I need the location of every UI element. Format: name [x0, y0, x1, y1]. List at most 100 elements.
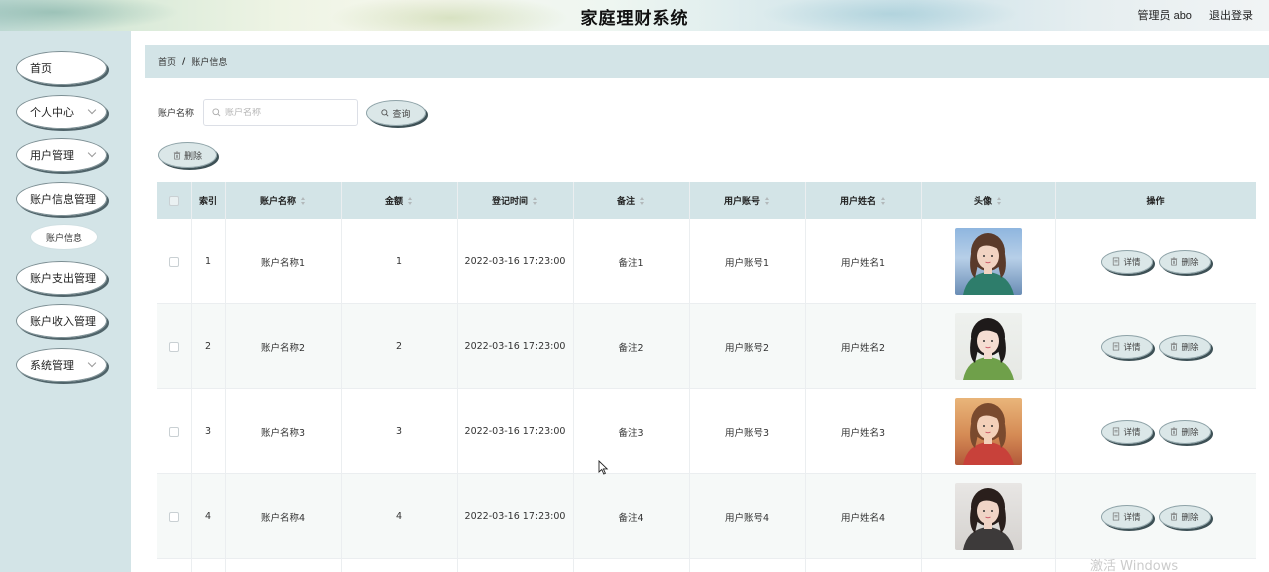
- register-time-cell: 2022-03-16 17:23:00: [464, 511, 566, 522]
- avatar: [954, 398, 1022, 465]
- logout-link[interactable]: 退出登录: [1209, 10, 1253, 22]
- column-divider: [341, 182, 342, 572]
- sidebar-item-account-info-management[interactable]: 账户信息管理: [16, 182, 107, 216]
- avatar-cell: [921, 474, 1055, 559]
- column-header-register-time[interactable]: 登记时间: [457, 182, 573, 219]
- sort-icon[interactable]: [408, 196, 413, 205]
- delete-button[interactable]: 删除: [1158, 419, 1211, 444]
- delete-button-label: 删除: [1181, 427, 1199, 438]
- detail-button-label: 详情: [1123, 427, 1141, 438]
- delete-button[interactable]: 删除: [1158, 334, 1211, 359]
- column-header-note[interactable]: 备注: [573, 182, 689, 219]
- search-input-wrapper[interactable]: [203, 99, 358, 126]
- account-name-cell: 账户名称4: [260, 512, 306, 524]
- sort-icon[interactable]: [533, 196, 538, 205]
- table-header: 索引 账户名称 金额 登记时间 备注 用户账号 用户姓名 头像 操作: [157, 182, 1256, 219]
- sidebar-item-user-management[interactable]: 用户管理: [16, 138, 107, 172]
- select-all-cell: [157, 182, 191, 219]
- column-divider: [191, 182, 192, 572]
- detail-button[interactable]: 详情: [1100, 504, 1153, 529]
- windows-activation-watermark: 激活 Windows: [1090, 559, 1179, 572]
- detail-button[interactable]: 详情: [1100, 419, 1153, 444]
- column-header-account-name[interactable]: 账户名称: [225, 182, 341, 219]
- breadcrumb-current: 账户信息: [191, 58, 228, 68]
- index-cell: 1: [204, 256, 212, 267]
- amount-cell: 1: [395, 256, 403, 267]
- detail-button[interactable]: 详情: [1100, 249, 1153, 274]
- column-header-label: 金额: [384, 197, 403, 207]
- breadcrumb: 首页 / 账户信息: [145, 45, 1269, 78]
- column-header-label: 头像: [973, 197, 992, 207]
- row-checkbox[interactable]: [169, 341, 179, 352]
- user-account-cell: 用户账号1: [724, 257, 770, 269]
- row-checkbox[interactable]: [169, 426, 179, 437]
- column-header-label: 索引: [198, 197, 217, 207]
- trash-icon: [1171, 342, 1178, 351]
- column-header-amount[interactable]: 金额: [341, 182, 457, 219]
- sidebar-item-label: 首页: [30, 62, 52, 75]
- delete-button-label: 删除: [1181, 257, 1199, 268]
- document-icon: [1113, 512, 1120, 521]
- row-checkbox[interactable]: [169, 511, 179, 522]
- sort-icon[interactable]: [301, 196, 306, 205]
- column-header-avatar[interactable]: 头像: [921, 182, 1055, 219]
- search-input[interactable]: [225, 107, 345, 118]
- chevron-down-icon: [87, 148, 97, 158]
- select-all-checkbox[interactable]: [169, 195, 179, 206]
- column-header-label: 操作: [1146, 197, 1165, 207]
- column-divider: [921, 182, 922, 572]
- user-account-cell: 用户账号3: [724, 427, 770, 439]
- user-name-cell: 用户姓名2: [840, 342, 886, 354]
- sidebar-item-account-income-management[interactable]: 账户收入管理: [16, 304, 107, 338]
- top-header: 家庭理财系统 管理员 abo 退出登录: [0, 0, 1269, 31]
- search-icon: [381, 109, 389, 117]
- column-header-label: 用户账号: [723, 197, 760, 207]
- batch-delete-button[interactable]: 删除: [158, 142, 217, 168]
- table-row: 3 账户名称3 3 2022-03-16 17:23:00 备注3 用户账号3 用户姓名3 详…: [157, 389, 1256, 474]
- account-name-cell: 账户名称3: [260, 427, 306, 439]
- column-header-user-name[interactable]: 用户姓名: [805, 182, 921, 219]
- column-header-user-account[interactable]: 用户账号: [689, 182, 805, 219]
- sidebar-item-system-management[interactable]: 系统管理: [16, 348, 107, 382]
- sidebar-item-account-expense-management[interactable]: 账户支出管理: [16, 261, 107, 295]
- detail-button[interactable]: 详情: [1100, 334, 1153, 359]
- amount-cell: 4: [395, 511, 403, 522]
- sidebar-item-home[interactable]: 首页: [16, 51, 107, 85]
- avatar-cell: [921, 219, 1055, 304]
- table-row: 2 账户名称2 2 2022-03-16 17:23:00 备注2 用户账号2 用户姓名2 详…: [157, 304, 1256, 389]
- sidebar-item-label: 用户管理: [30, 149, 74, 162]
- row-select-cell: [157, 389, 191, 474]
- sort-icon[interactable]: [640, 196, 645, 205]
- document-icon: [1113, 257, 1120, 266]
- system-title: 家庭理财系统: [580, 9, 689, 29]
- column-header-label: 登记时间: [491, 197, 528, 207]
- row-checkbox[interactable]: [169, 256, 179, 267]
- sort-icon[interactable]: [881, 196, 886, 205]
- actions-cell: 详情 删除: [1055, 474, 1256, 559]
- search-icon: [212, 108, 221, 117]
- avatar-photo-icon: [962, 318, 1014, 380]
- document-icon: [1113, 427, 1120, 436]
- avatar-photo-icon: [962, 488, 1014, 550]
- sort-icon[interactable]: [997, 196, 1002, 205]
- trash-icon: [173, 151, 181, 159]
- avatar-cell: [921, 389, 1055, 474]
- sidebar-subitem-account-info[interactable]: 账户信息: [31, 225, 97, 249]
- user-account-cell: 用户账号2: [724, 342, 770, 354]
- sidebar-item-label: 账户支出管理: [30, 272, 96, 285]
- sort-icon[interactable]: [765, 196, 770, 205]
- amount-cell: 2: [395, 341, 403, 352]
- delete-button[interactable]: 删除: [1158, 249, 1211, 274]
- column-header-index: 索引: [191, 182, 225, 219]
- chevron-down-icon: [87, 105, 97, 115]
- header-user-area: 管理员 abo 退出登录: [1124, 7, 1253, 23]
- search-button[interactable]: 查询: [366, 100, 426, 126]
- delete-button[interactable]: 删除: [1158, 504, 1211, 529]
- column-divider: [457, 182, 458, 572]
- sidebar-item-personal-center[interactable]: 个人中心: [16, 95, 107, 129]
- breadcrumb-home[interactable]: 首页: [158, 55, 176, 68]
- note-cell: 备注4: [618, 512, 644, 524]
- avatar: [954, 228, 1022, 295]
- mouse-cursor-icon: [598, 460, 609, 475]
- sidebar: 首页 个人中心 用户管理 账户信息管理 账户信息 账户支出管理 账户收入管理 系…: [0, 31, 131, 572]
